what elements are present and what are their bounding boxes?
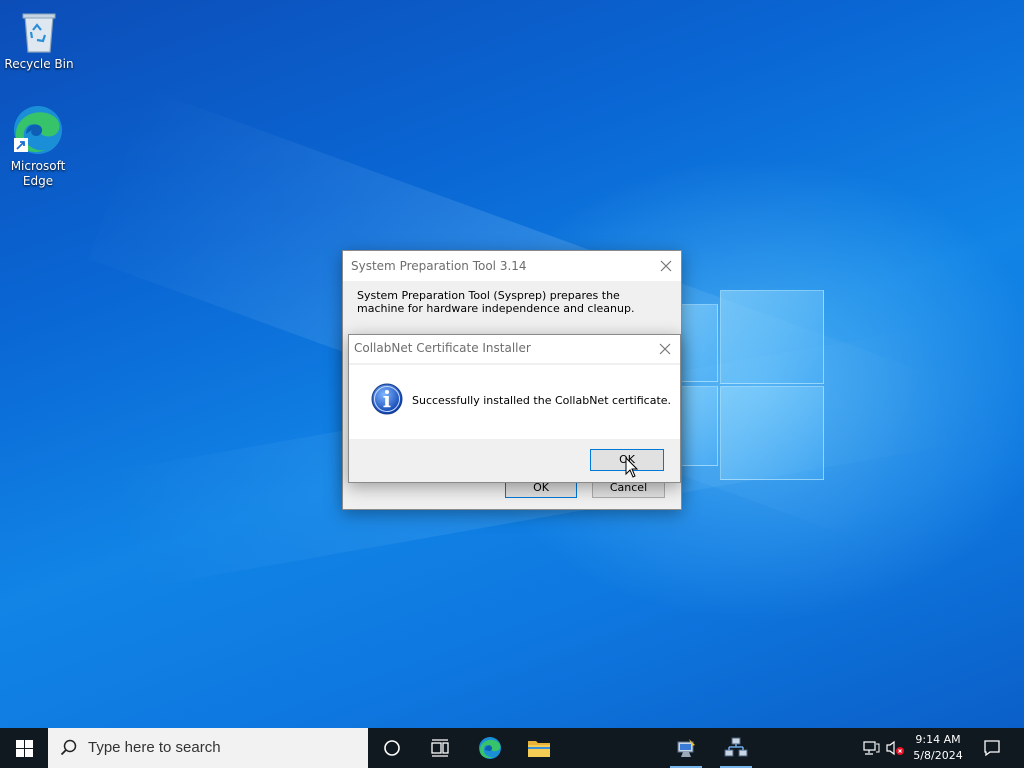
- network-icon: [863, 741, 880, 755]
- clock-time: 9:14 AM: [915, 733, 961, 746]
- desktop-icon-label: Microsoft Edge: [10, 159, 66, 188]
- taskbar-file-explorer[interactable]: [516, 728, 562, 768]
- windows-start-icon: [15, 739, 33, 757]
- close-icon: [660, 260, 672, 272]
- desktop-icon-label: Recycle Bin: [4, 57, 74, 71]
- file-explorer-icon: [528, 741, 550, 757]
- taskbar: Type here to search 9:14 AM 5/8/2024: [0, 728, 1024, 768]
- sysprep-description: System Preparation Tool (Sysprep) prepar…: [357, 289, 635, 315]
- volume-muted-icon: [886, 740, 904, 756]
- network-app-icon: [724, 737, 748, 757]
- taskbar-sysprep-app[interactable]: [666, 728, 706, 768]
- search-placeholder: Type here to search: [88, 739, 221, 756]
- windows-logo-wallpaper: [672, 286, 824, 482]
- cortana-button[interactable]: [370, 728, 414, 768]
- tray-network[interactable]: [858, 728, 884, 768]
- desktop-icon-microsoft-edge[interactable]: Microsoft Edge: [0, 104, 76, 189]
- collabnet-message: Successfully installed the CollabNet cer…: [412, 394, 672, 407]
- tray-volume[interactable]: [884, 728, 906, 768]
- search-circle-icon: [384, 740, 400, 756]
- taskbar-network-app[interactable]: [716, 728, 756, 768]
- taskbar-clock[interactable]: 9:14 AM 5/8/2024: [906, 728, 970, 768]
- recycle-bin-icon: [22, 13, 56, 53]
- sysprep-app-icon: [677, 739, 695, 757]
- taskbar-search-box[interactable]: Type here to search: [48, 728, 368, 768]
- taskbar-edge[interactable]: [468, 728, 512, 768]
- notifications-icon: [984, 740, 1000, 757]
- sysprep-dialog-titlebar[interactable]: System Preparation Tool 3.14: [343, 251, 681, 281]
- collabnet-dialog-body: Successfully installed the CollabNet cer…: [349, 365, 680, 439]
- sysprep-dialog-title: System Preparation Tool 3.14: [351, 259, 527, 273]
- task-view-icon: [431, 739, 449, 757]
- close-button[interactable]: [651, 251, 681, 281]
- task-view-button[interactable]: [418, 728, 462, 768]
- start-button[interactable]: [0, 728, 48, 768]
- collabnet-dialog-titlebar[interactable]: CollabNet Certificate Installer: [349, 335, 680, 363]
- close-icon: [659, 343, 671, 355]
- mouse-cursor-icon: [625, 457, 639, 478]
- collabnet-dialog-title: CollabNet Certificate Installer: [354, 341, 531, 355]
- search-icon: [60, 739, 77, 756]
- close-button[interactable]: [650, 335, 680, 363]
- edge-icon: [14, 106, 62, 154]
- clock-date: 5/8/2024: [913, 749, 963, 762]
- desktop-icon-recycle-bin[interactable]: Recycle Bin: [1, 8, 77, 72]
- action-center-button[interactable]: [976, 728, 1008, 768]
- information-icon: [371, 383, 403, 415]
- edge-icon: [479, 737, 501, 759]
